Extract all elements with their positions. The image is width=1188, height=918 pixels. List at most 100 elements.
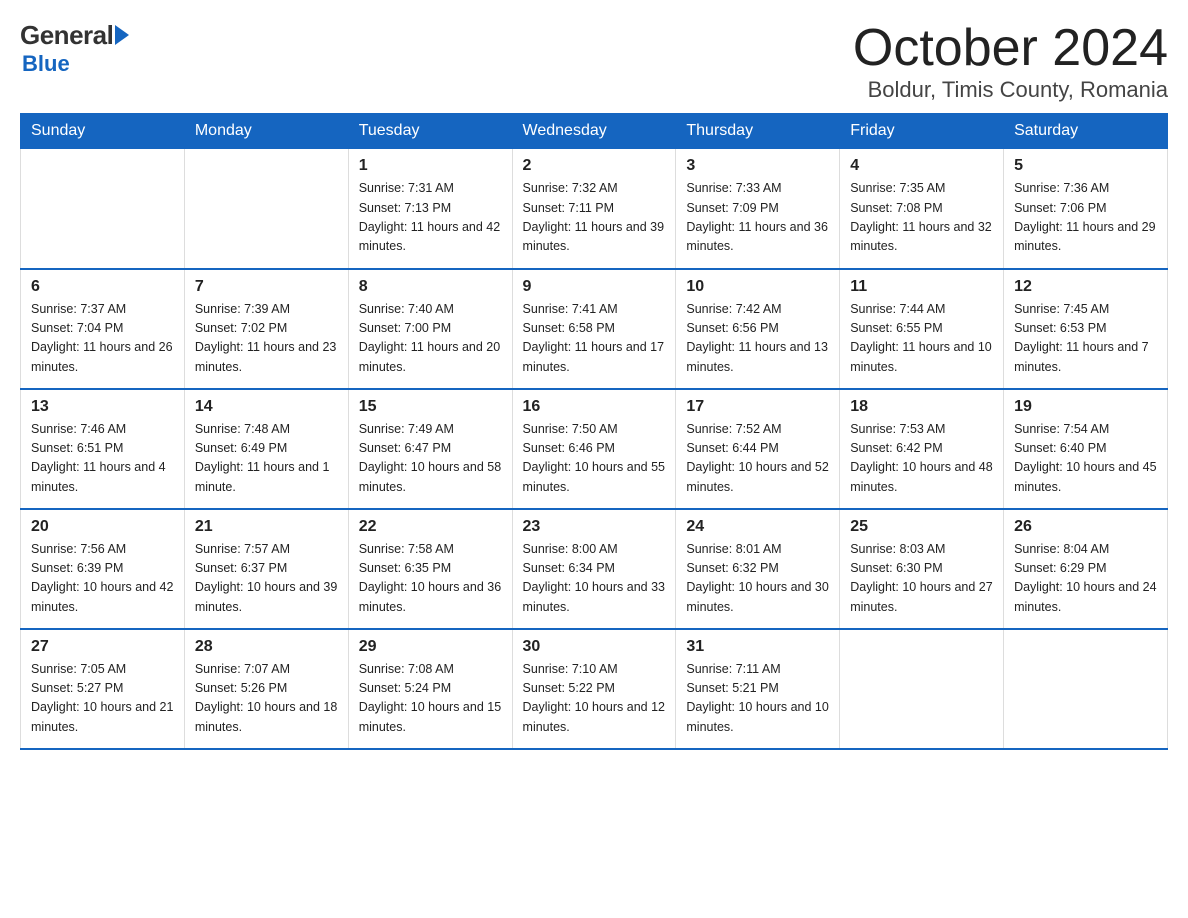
day-number: 3 bbox=[686, 157, 829, 175]
day-info: Sunrise: 7:41 AMSunset: 6:58 PMDaylight:… bbox=[523, 300, 666, 378]
day-number: 19 bbox=[1014, 398, 1157, 416]
day-number: 22 bbox=[359, 518, 502, 536]
calendar-cell: 30 Sunrise: 7:10 AMSunset: 5:22 PMDayligh… bbox=[512, 629, 676, 749]
day-number: 6 bbox=[31, 278, 174, 296]
day-number: 5 bbox=[1014, 157, 1157, 175]
day-info: Sunrise: 7:54 AMSunset: 6:40 PMDaylight:… bbox=[1014, 420, 1157, 498]
logo-general-text: General bbox=[20, 20, 113, 51]
day-info: Sunrise: 7:58 AMSunset: 6:35 PMDaylight:… bbox=[359, 540, 502, 618]
calendar-cell: 17 Sunrise: 7:52 AMSunset: 6:44 PMDayligh… bbox=[676, 389, 840, 509]
day-info: Sunrise: 7:32 AMSunset: 7:11 PMDaylight:… bbox=[523, 179, 666, 257]
calendar-cell: 26 Sunrise: 8:04 AMSunset: 6:29 PMDayligh… bbox=[1004, 509, 1168, 629]
logo-arrow-icon bbox=[115, 25, 129, 45]
calendar-cell: 10 Sunrise: 7:42 AMSunset: 6:56 PMDayligh… bbox=[676, 269, 840, 389]
calendar-table: SundayMondayTuesdayWednesdayThursdayFrid… bbox=[20, 113, 1168, 750]
calendar-cell: 24 Sunrise: 8:01 AMSunset: 6:32 PMDayligh… bbox=[676, 509, 840, 629]
day-info: Sunrise: 8:01 AMSunset: 6:32 PMDaylight:… bbox=[686, 540, 829, 618]
day-info: Sunrise: 8:03 AMSunset: 6:30 PMDaylight:… bbox=[850, 540, 993, 618]
calendar-cell bbox=[840, 629, 1004, 749]
day-number: 21 bbox=[195, 518, 338, 536]
column-header-monday: Monday bbox=[184, 114, 348, 149]
day-info: Sunrise: 7:37 AMSunset: 7:04 PMDaylight:… bbox=[31, 300, 174, 378]
day-info: Sunrise: 7:33 AMSunset: 7:09 PMDaylight:… bbox=[686, 179, 829, 257]
calendar-cell bbox=[1004, 629, 1168, 749]
calendar-cell: 15 Sunrise: 7:49 AMSunset: 6:47 PMDayligh… bbox=[348, 389, 512, 509]
day-info: Sunrise: 7:31 AMSunset: 7:13 PMDaylight:… bbox=[359, 179, 502, 257]
calendar-cell: 9Sunrise: 7:41 AMSunset: 6:58 PMDaylight… bbox=[512, 269, 676, 389]
day-info: Sunrise: 7:42 AMSunset: 6:56 PMDaylight:… bbox=[686, 300, 829, 378]
day-number: 13 bbox=[31, 398, 174, 416]
calendar-cell bbox=[184, 149, 348, 269]
day-number: 30 bbox=[523, 638, 666, 656]
day-info: Sunrise: 7:36 AMSunset: 7:06 PMDaylight:… bbox=[1014, 179, 1157, 257]
column-header-sunday: Sunday bbox=[21, 114, 185, 149]
day-info: Sunrise: 8:04 AMSunset: 6:29 PMDaylight:… bbox=[1014, 540, 1157, 618]
calendar-cell: 16 Sunrise: 7:50 AMSunset: 6:46 PMDayligh… bbox=[512, 389, 676, 509]
day-info: Sunrise: 7:53 AMSunset: 6:42 PMDaylight:… bbox=[850, 420, 993, 498]
calendar-cell: 22 Sunrise: 7:58 AMSunset: 6:35 PMDayligh… bbox=[348, 509, 512, 629]
day-info: Sunrise: 7:35 AMSunset: 7:08 PMDaylight:… bbox=[850, 179, 993, 257]
calendar-cell: 18Sunrise: 7:53 AMSunset: 6:42 PMDayligh… bbox=[840, 389, 1004, 509]
day-info: Sunrise: 7:10 AMSunset: 5:22 PMDaylight:… bbox=[523, 660, 666, 738]
calendar-cell: 4Sunrise: 7:35 AMSunset: 7:08 PMDaylight… bbox=[840, 149, 1004, 269]
day-number: 7 bbox=[195, 278, 338, 296]
day-number: 27 bbox=[31, 638, 174, 656]
day-number: 25 bbox=[850, 518, 993, 536]
day-number: 11 bbox=[850, 278, 993, 296]
calendar-cell: 20Sunrise: 7:56 AMSunset: 6:39 PMDayligh… bbox=[21, 509, 185, 629]
calendar-cell: 19 Sunrise: 7:54 AMSunset: 6:40 PMDayligh… bbox=[1004, 389, 1168, 509]
day-info: Sunrise: 7:08 AMSunset: 5:24 PMDaylight:… bbox=[359, 660, 502, 738]
day-info: Sunrise: 7:44 AMSunset: 6:55 PMDaylight:… bbox=[850, 300, 993, 378]
calendar-cell: 13 Sunrise: 7:46 AMSunset: 6:51 PMDayligh… bbox=[21, 389, 185, 509]
column-header-tuesday: Tuesday bbox=[348, 114, 512, 149]
calendar-cell: 8 Sunrise: 7:40 AMSunset: 7:00 PMDaylight… bbox=[348, 269, 512, 389]
day-info: Sunrise: 7:46 AMSunset: 6:51 PMDaylight:… bbox=[31, 420, 174, 498]
day-info: Sunrise: 7:07 AMSunset: 5:26 PMDaylight:… bbox=[195, 660, 338, 738]
calendar-cell: 31 Sunrise: 7:11 AMSunset: 5:21 PMDayligh… bbox=[676, 629, 840, 749]
day-info: Sunrise: 7:45 AMSunset: 6:53 PMDaylight:… bbox=[1014, 300, 1157, 378]
calendar-cell: 6 Sunrise: 7:37 AMSunset: 7:04 PMDaylight… bbox=[21, 269, 185, 389]
calendar-week-row: 20Sunrise: 7:56 AMSunset: 6:39 PMDayligh… bbox=[21, 509, 1168, 629]
column-header-wednesday: Wednesday bbox=[512, 114, 676, 149]
day-info: Sunrise: 7:48 AMSunset: 6:49 PMDaylight:… bbox=[195, 420, 338, 498]
calendar-cell: 11 Sunrise: 7:44 AMSunset: 6:55 PMDayligh… bbox=[840, 269, 1004, 389]
column-header-thursday: Thursday bbox=[676, 114, 840, 149]
day-number: 14 bbox=[195, 398, 338, 416]
day-info: Sunrise: 8:00 AMSunset: 6:34 PMDaylight:… bbox=[523, 540, 666, 618]
calendar-cell: 28Sunrise: 7:07 AMSunset: 5:26 PMDayligh… bbox=[184, 629, 348, 749]
day-number: 10 bbox=[686, 278, 829, 296]
day-number: 15 bbox=[359, 398, 502, 416]
day-number: 12 bbox=[1014, 278, 1157, 296]
day-number: 31 bbox=[686, 638, 829, 656]
title-section: October 2024 Boldur, Timis County, Roman… bbox=[853, 20, 1168, 103]
calendar-cell: 14 Sunrise: 7:48 AMSunset: 6:49 PMDayligh… bbox=[184, 389, 348, 509]
day-info: Sunrise: 7:49 AMSunset: 6:47 PMDaylight:… bbox=[359, 420, 502, 498]
calendar-week-row: 13 Sunrise: 7:46 AMSunset: 6:51 PMDayligh… bbox=[21, 389, 1168, 509]
calendar-cell: 3 Sunrise: 7:33 AMSunset: 7:09 PMDaylight… bbox=[676, 149, 840, 269]
day-info: Sunrise: 7:50 AMSunset: 6:46 PMDaylight:… bbox=[523, 420, 666, 498]
calendar-week-row: 6 Sunrise: 7:37 AMSunset: 7:04 PMDaylight… bbox=[21, 269, 1168, 389]
day-number: 17 bbox=[686, 398, 829, 416]
month-title: October 2024 bbox=[853, 20, 1168, 77]
calendar-cell: 7Sunrise: 7:39 AMSunset: 7:02 PMDaylight… bbox=[184, 269, 348, 389]
calendar-cell: 2Sunrise: 7:32 AMSunset: 7:11 PMDaylight… bbox=[512, 149, 676, 269]
day-number: 24 bbox=[686, 518, 829, 536]
day-info: Sunrise: 7:52 AMSunset: 6:44 PMDaylight:… bbox=[686, 420, 829, 498]
day-info: Sunrise: 7:40 AMSunset: 7:00 PMDaylight:… bbox=[359, 300, 502, 378]
day-info: Sunrise: 7:11 AMSunset: 5:21 PMDaylight:… bbox=[686, 660, 829, 738]
calendar-cell: 1 Sunrise: 7:31 AMSunset: 7:13 PMDaylight… bbox=[348, 149, 512, 269]
day-number: 16 bbox=[523, 398, 666, 416]
calendar-cell: 12 Sunrise: 7:45 AMSunset: 6:53 PMDayligh… bbox=[1004, 269, 1168, 389]
day-number: 26 bbox=[1014, 518, 1157, 536]
calendar-cell: 23 Sunrise: 8:00 AMSunset: 6:34 PMDayligh… bbox=[512, 509, 676, 629]
day-number: 20 bbox=[31, 518, 174, 536]
day-number: 1 bbox=[359, 157, 502, 175]
day-info: Sunrise: 7:57 AMSunset: 6:37 PMDaylight:… bbox=[195, 540, 338, 618]
calendar-cell bbox=[21, 149, 185, 269]
calendar-cell: 25 Sunrise: 8:03 AMSunset: 6:30 PMDayligh… bbox=[840, 509, 1004, 629]
calendar-cell: 5 Sunrise: 7:36 AMSunset: 7:06 PMDaylight… bbox=[1004, 149, 1168, 269]
day-number: 8 bbox=[359, 278, 502, 296]
page-header: General Blue October 2024 Boldur, Timis … bbox=[20, 20, 1168, 103]
column-header-friday: Friday bbox=[840, 114, 1004, 149]
day-number: 23 bbox=[523, 518, 666, 536]
